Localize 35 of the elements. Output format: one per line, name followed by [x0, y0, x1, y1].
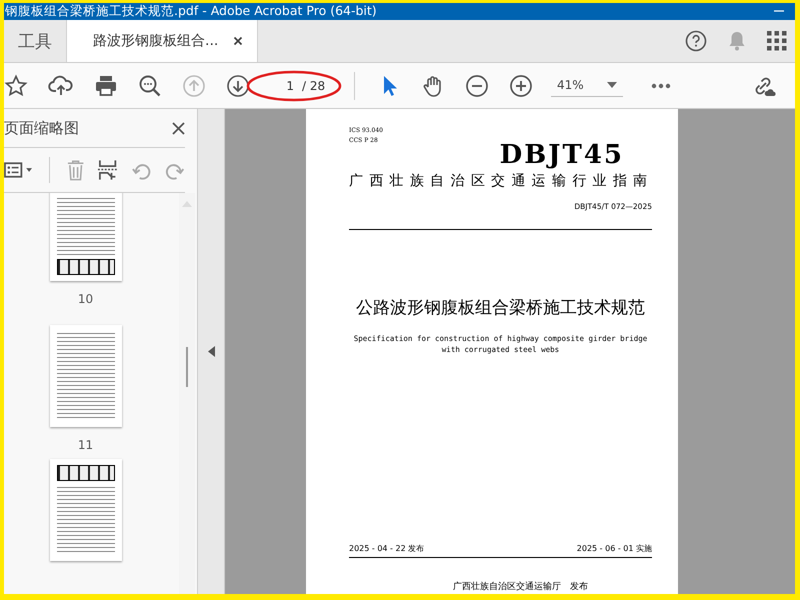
- star-icon[interactable]: [4, 74, 28, 98]
- more-icon[interactable]: [651, 82, 671, 88]
- close-icon[interactable]: [233, 36, 243, 46]
- window-title: 钢腹板组合梁桥施工技术规范.pdf - Adobe Acrobat Pro (64-bit): [5, 3, 377, 20]
- caret-icon: [607, 82, 617, 88]
- print-icon[interactable]: [94, 74, 118, 98]
- page-thumbnail[interactable]: [50, 193, 122, 281]
- cloud-upload-icon[interactable]: [48, 74, 74, 98]
- issue-date: 2025 - 04 - 22 发布: [349, 543, 424, 554]
- effective-date: 2025 - 06 - 01 实施: [576, 543, 652, 554]
- apps-grid-icon[interactable]: [767, 31, 787, 51]
- zoom-in-icon[interactable]: [509, 74, 533, 98]
- insert-page-icon[interactable]: [97, 159, 118, 181]
- list-options-icon[interactable]: [4, 162, 33, 178]
- standard-code: DBJT45: [500, 140, 624, 170]
- page-count: / 28: [302, 78, 326, 92]
- zoom-out-icon[interactable]: [465, 74, 489, 98]
- panel-title: 页面缩略图: [4, 118, 79, 138]
- page-number: 11: [78, 438, 94, 452]
- page-thumbnail[interactable]: [50, 324, 122, 427]
- close-icon[interactable]: [172, 122, 185, 134]
- zoom-search-icon[interactable]: [138, 74, 162, 98]
- zoom-dropdown[interactable]: 41%: [551, 74, 623, 97]
- standard-category: 广西壮族自治区交通运输行业指南: [349, 172, 652, 190]
- scroll-thumb[interactable]: [186, 347, 188, 387]
- document-title: 公路波形钢腹板组合梁桥施工技术规范: [355, 297, 646, 319]
- publisher: 广西壮族自治区交通运输厅 发布: [452, 580, 589, 593]
- next-page-button[interactable]: [226, 74, 250, 98]
- page-number: 10: [78, 292, 94, 306]
- page-thumbnail[interactable]: [50, 459, 122, 562]
- triangle-left-icon: [208, 346, 214, 357]
- scrollbar[interactable]: [179, 193, 195, 594]
- page-number-field[interactable]: 1: [264, 78, 294, 92]
- help-icon[interactable]: [685, 30, 707, 52]
- tab[interactable]: 路波形钢腹板组合...: [67, 20, 258, 62]
